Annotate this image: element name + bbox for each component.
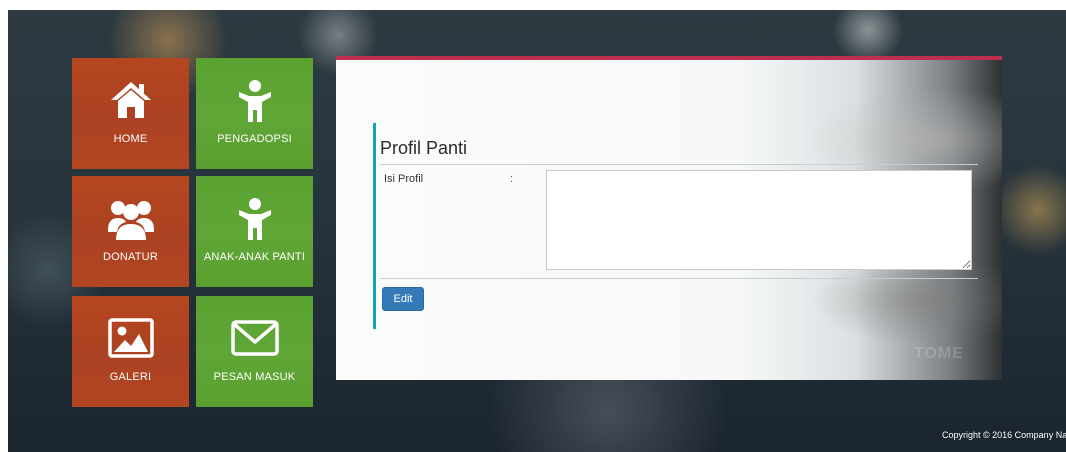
tile-home-label: HOME (113, 133, 148, 145)
tile-anak-anak-panti-label: ANAK-ANAK PANTI (203, 251, 306, 263)
person-icon (196, 80, 313, 124)
form-divider (380, 278, 978, 279)
tile-galeri-label: GALERI (109, 371, 152, 383)
profile-panel: Profil Panti Isi Profil : Edit TOME (336, 56, 1002, 380)
tile-donatur-label: DONATUR (103, 251, 158, 263)
envelope-icon (196, 318, 313, 362)
tile-donatur[interactable]: DONATUR (72, 176, 189, 287)
tile-pesan-masuk-label: PESAN MASUK (213, 371, 296, 383)
tile-home[interactable]: HOME (72, 58, 189, 169)
background-frame: HOME PENGADOPSI DONATUR ANAK-ANAK PANTI … (8, 10, 1066, 452)
profile-field-label: Isi Profil (384, 173, 424, 185)
home-icon (72, 80, 189, 124)
edit-button[interactable]: Edit (382, 287, 424, 311)
profile-textarea[interactable] (546, 170, 972, 270)
child-icon (196, 198, 313, 242)
page-title: Profil Panti (380, 138, 468, 158)
tile-anak-anak-panti[interactable]: ANAK-ANAK PANTI (196, 176, 313, 287)
title-divider (380, 164, 978, 165)
image-icon (72, 318, 189, 362)
tile-pengadopsi[interactable]: PENGADOPSI (196, 58, 313, 169)
tile-galeri[interactable]: GALERI (72, 296, 189, 407)
copyright-text: Copyright © 2016 Company Na (942, 430, 1066, 440)
tile-pengadopsi-label: PENGADOPSI (217, 133, 292, 145)
tile-pesan-masuk[interactable]: PESAN MASUK (196, 296, 313, 407)
field-colon: : (510, 173, 514, 185)
users-icon (72, 198, 189, 242)
accent-bar (373, 123, 376, 329)
watermark-logo: TOME (914, 345, 964, 362)
